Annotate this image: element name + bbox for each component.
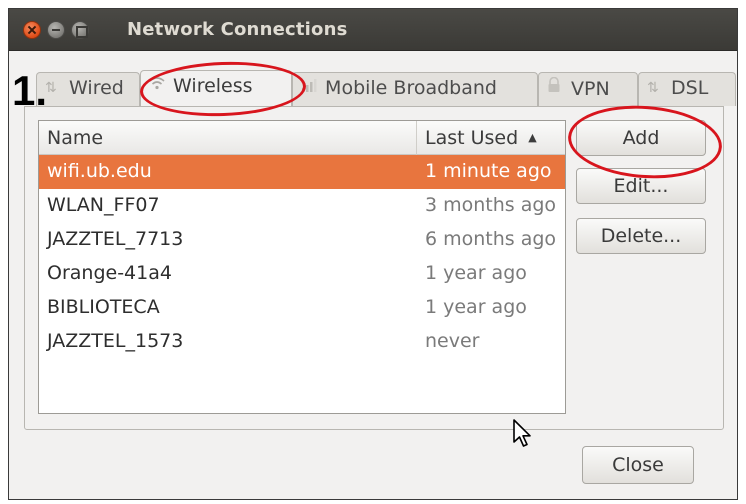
tab-wireless-label: Wireless	[173, 75, 253, 97]
window-title: Network Connections	[127, 19, 348, 40]
connection-type-tabs: ⇅ Wired Wireless Mobile Broadband VPN ⇅ …	[36, 70, 736, 106]
step-number-annotation: 1.	[12, 67, 48, 114]
list-header: Name Last Used ▲	[39, 121, 565, 155]
wifi-icon	[149, 76, 167, 94]
tab-wired-label: Wired	[69, 77, 124, 99]
connections-list[interactable]: Name Last Used ▲ wifi.ub.edu 1 minute ago…	[38, 120, 566, 414]
title-bar: Network Connections	[9, 9, 737, 51]
list-item[interactable]: Orange-41a4 1 year ago	[39, 257, 565, 291]
connection-last-used: 1 year ago	[425, 262, 527, 284]
column-header-last-used[interactable]: Last Used ▲	[417, 121, 567, 155]
connection-name: BIBLIOTECA	[47, 296, 160, 318]
maximize-window-icon[interactable]	[71, 21, 89, 39]
list-item[interactable]: wifi.ub.edu 1 minute ago	[39, 155, 565, 189]
tab-dsl-label: DSL	[671, 77, 709, 99]
connection-last-used: 3 months ago	[425, 194, 557, 216]
tab-vpn-label: VPN	[571, 78, 610, 100]
connection-last-used: 6 months ago	[425, 228, 557, 250]
connection-name: wifi.ub.edu	[47, 160, 152, 182]
connection-last-used: 1 year ago	[425, 296, 527, 318]
tab-vpn[interactable]: VPN	[538, 72, 638, 106]
add-button[interactable]: Add	[576, 120, 706, 156]
connection-last-used: 1 minute ago	[425, 160, 552, 182]
tab-wireless[interactable]: Wireless	[140, 70, 292, 106]
connection-last-used: never	[425, 330, 480, 352]
close-window-icon[interactable]	[23, 21, 41, 39]
sort-ascending-icon: ▲	[528, 131, 537, 144]
tab-mobile-broadband-label: Mobile Broadband	[325, 77, 497, 99]
tab-mobile-broadband[interactable]: Mobile Broadband	[292, 72, 538, 106]
connection-name: JAZZTEL_7713	[47, 228, 184, 250]
tab-wired[interactable]: ⇅ Wired	[36, 72, 140, 106]
wired-icon: ⇅	[45, 80, 57, 96]
signal-bars-icon	[301, 78, 319, 96]
delete-button[interactable]: Delete...	[576, 218, 706, 254]
column-header-last-used-label: Last Used	[425, 127, 519, 149]
list-item[interactable]: BIBLIOTECA 1 year ago	[39, 291, 565, 325]
mouse-cursor-icon	[513, 419, 531, 447]
tab-dsl[interactable]: ⇅ DSL	[638, 72, 736, 106]
edit-button[interactable]: Edit...	[576, 168, 706, 204]
connection-name: WLAN_FF07	[47, 194, 160, 216]
list-item[interactable]: JAZZTEL_1573 never	[39, 325, 565, 359]
connection-name: JAZZTEL_1573	[47, 330, 184, 352]
lock-icon	[547, 76, 565, 97]
minimize-window-icon[interactable]	[47, 21, 65, 39]
column-header-name[interactable]: Name	[39, 121, 417, 155]
close-button[interactable]: Close	[582, 446, 694, 484]
list-item[interactable]: JAZZTEL_7713 6 months ago	[39, 223, 565, 257]
connection-name: Orange-41a4	[47, 262, 172, 284]
dsl-icon: ⇅	[647, 80, 659, 96]
list-item[interactable]: WLAN_FF07 3 months ago	[39, 189, 565, 223]
column-header-name-label: Name	[47, 127, 104, 149]
